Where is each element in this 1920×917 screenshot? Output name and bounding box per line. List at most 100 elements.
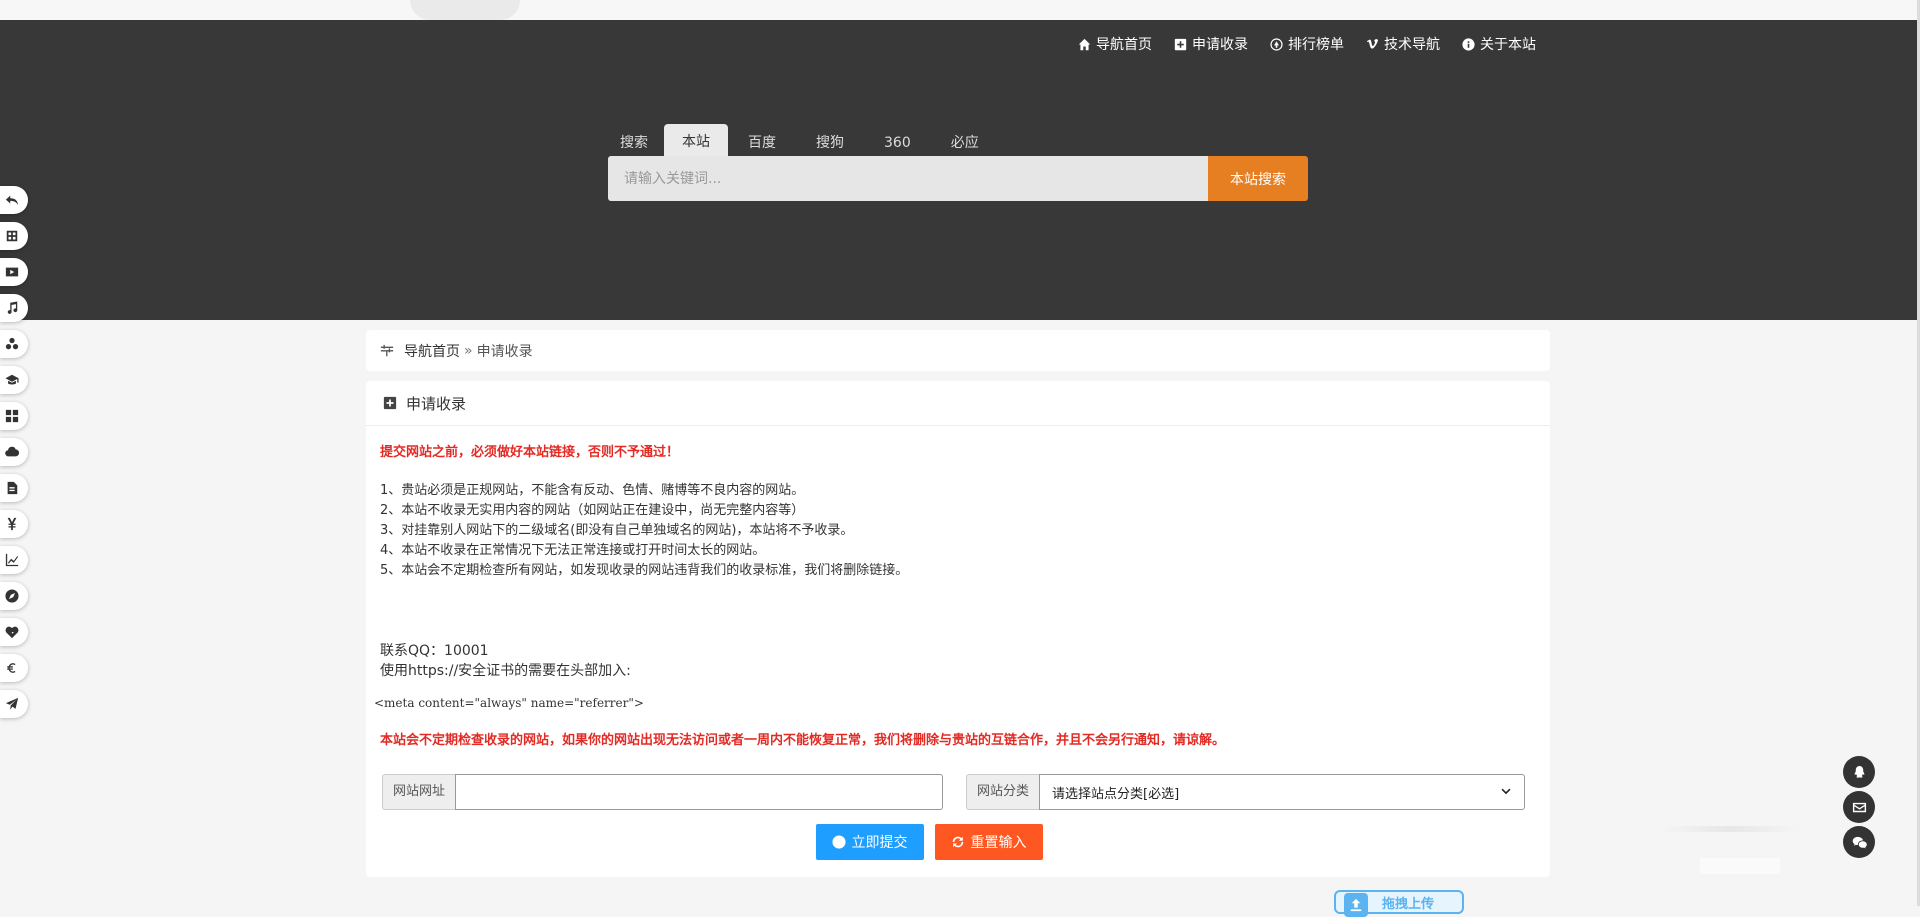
category-field-group: 网站分类 请选择站点分类[必选] — [966, 774, 1532, 810]
nav-ranking[interactable]: 排行榜单 — [1270, 34, 1344, 54]
send-icon — [5, 697, 19, 710]
sidebar-apps[interactable] — [0, 402, 28, 430]
nav-submit-site[interactable]: 申请收录 — [1174, 34, 1248, 54]
music-icon — [7, 301, 18, 314]
breadcrumb: 导航首页 » 申请收录 — [366, 330, 1550, 371]
breadcrumb-home[interactable]: 导航首页 — [404, 341, 460, 361]
nav-home[interactable]: 导航首页 — [1078, 34, 1152, 54]
vimeo-icon — [1366, 38, 1378, 49]
plus-square-icon — [1174, 38, 1187, 50]
rule-item: 4、本站不收录在正常情况下无法正常连接或打开时间太长的网站。 — [380, 543, 766, 558]
submit-button[interactable]: 立即提交 — [815, 824, 924, 860]
submit-button-label: 立即提交 — [851, 835, 908, 851]
submit-panel: 申请收录 提交网站之前，必须做好本站链接，否则不予通过！ 1、贵站必须是正规网站… — [366, 381, 1550, 877]
top-strip-shadow — [410, 0, 520, 20]
tab-360[interactable]: 360 — [864, 124, 931, 156]
meta-code-snippet: <meta content="always" name="referrer"> — [374, 696, 644, 710]
upload-icon — [1350, 898, 1362, 912]
tab-bing[interactable]: 必应 — [931, 124, 999, 156]
nav-ranking-label: 排行榜单 — [1288, 37, 1344, 53]
submit-form: 网站网址 网站分类 请选择站点分类[必选] — [382, 774, 1532, 810]
sidebar-euro[interactable] — [0, 654, 28, 682]
search-area: 搜索 本站 百度 搜狗 360 必应 本站搜索 — [608, 124, 1308, 201]
rule-item: 1、贵站必须是正规网站，不能含有反动、色情、赌博等不良内容的网站。 — [380, 483, 805, 498]
compass-icon — [5, 589, 19, 603]
info-icon — [1462, 37, 1475, 51]
form-actions: 立即提交 重置输入 — [366, 824, 1550, 860]
left-quick-sidebar — [0, 186, 28, 726]
nav-submit-site-label: 申请收录 — [1192, 37, 1248, 53]
sidebar-cloud[interactable] — [0, 438, 28, 466]
warning-top: 提交网站之前，必须做好本站链接，否则不予通过！ — [380, 445, 680, 460]
sidebar-music[interactable] — [0, 294, 28, 322]
upload-icon-box — [1344, 893, 1368, 917]
video-icon — [5, 267, 19, 277]
rules-list: 1、贵站必须是正规网站，不能含有反动、色情、赌博等不良内容的网站。 2、本站不收… — [380, 481, 908, 581]
graduation-icon — [5, 374, 19, 385]
home-icon — [1078, 38, 1091, 50]
heartbeat-icon — [5, 626, 19, 639]
sidebar-document[interactable] — [0, 474, 28, 502]
float-wechat[interactable] — [1843, 826, 1875, 858]
decor-shadow — [1660, 826, 1800, 832]
search-bar: 本站搜索 — [608, 156, 1308, 201]
document-icon — [7, 481, 18, 495]
float-mail[interactable] — [1843, 791, 1875, 823]
nav-tech-label: 技术导航 — [1384, 37, 1440, 53]
yen-icon — [7, 517, 17, 531]
url-input[interactable] — [455, 774, 944, 810]
rule-item: 2、本站不收录无实用内容的网站（如网站正在建设中，尚无完整内容等） — [380, 503, 805, 518]
sidebar-apps-grid[interactable] — [0, 222, 28, 250]
category-label: 网站分类 — [966, 774, 1040, 810]
send-icon — [831, 835, 846, 849]
wechat-icon — [1852, 836, 1867, 848]
mail-icon — [1852, 802, 1866, 812]
ranking-icon — [1270, 37, 1283, 51]
nav-home-label: 导航首页 — [1096, 37, 1152, 53]
qq-icon — [1854, 765, 1864, 778]
category-selected: 请选择站点分类[必选] — [1052, 786, 1180, 802]
plus-square-icon — [383, 396, 397, 410]
search-tabs: 搜索 本站 百度 搜狗 360 必应 — [608, 124, 1308, 156]
breadcrumb-separator: » — [464, 342, 473, 359]
reset-button[interactable]: 重置输入 — [934, 824, 1043, 860]
panel-title: 申请收录 — [406, 394, 467, 413]
sidebar-video[interactable] — [0, 258, 28, 286]
category-select[interactable]: 请选择站点分类[必选] — [1039, 774, 1526, 810]
sidebar-health[interactable] — [0, 618, 28, 646]
nav-tech[interactable]: 技术导航 — [1366, 34, 1440, 54]
search-button[interactable]: 本站搜索 — [1208, 156, 1308, 201]
sidebar-share[interactable] — [0, 330, 28, 358]
tab-site[interactable]: 本站 — [664, 124, 728, 156]
url-label: 网站网址 — [382, 774, 456, 810]
top-strip — [0, 0, 1920, 20]
decor-patch — [1700, 858, 1780, 874]
sidebar-finance[interactable] — [0, 510, 28, 538]
contact-info: 联系QQ：10001 使用https://安全证书的需要在头部加入: — [380, 641, 631, 681]
tune-icon — [380, 344, 394, 356]
warning-bottom: 本站会不定期检查收录的网站，如果你的网站出现无法访问或者一周内不能恢复正常，我们… — [380, 733, 1226, 748]
tab-search[interactable]: 搜索 — [608, 124, 664, 156]
sidebar-compass[interactable] — [0, 582, 28, 610]
tab-sogou[interactable]: 搜狗 — [796, 124, 864, 156]
back-icon — [5, 195, 19, 206]
right-float-bar — [1843, 756, 1875, 861]
sidebar-back[interactable] — [0, 186, 28, 214]
breadcrumb-current: 申请收录 — [476, 343, 533, 360]
sidebar-send[interactable] — [0, 690, 28, 718]
drag-upload-button[interactable]: 拖拽上传 — [1334, 890, 1464, 917]
float-qq[interactable] — [1843, 756, 1875, 788]
nav-about-label: 关于本站 — [1480, 37, 1536, 53]
chevron-down-icon — [1501, 788, 1511, 795]
search-input[interactable] — [608, 156, 1208, 201]
rule-item: 3、对挂靠别人网站下的二级域名(即没有自己单独域名的网站)，本站将不予收录。 — [380, 523, 854, 538]
sidebar-education[interactable] — [0, 366, 28, 394]
cloud-icon — [5, 446, 19, 457]
sidebar-chart[interactable] — [0, 546, 28, 574]
tab-baidu[interactable]: 百度 — [728, 124, 796, 156]
grid-app-icon — [6, 230, 18, 242]
nav-about[interactable]: 关于本站 — [1462, 34, 1536, 54]
https-note: 使用https://安全证书的需要在头部加入: — [380, 663, 631, 679]
refresh-icon — [952, 836, 963, 848]
share-icon — [5, 337, 19, 350]
